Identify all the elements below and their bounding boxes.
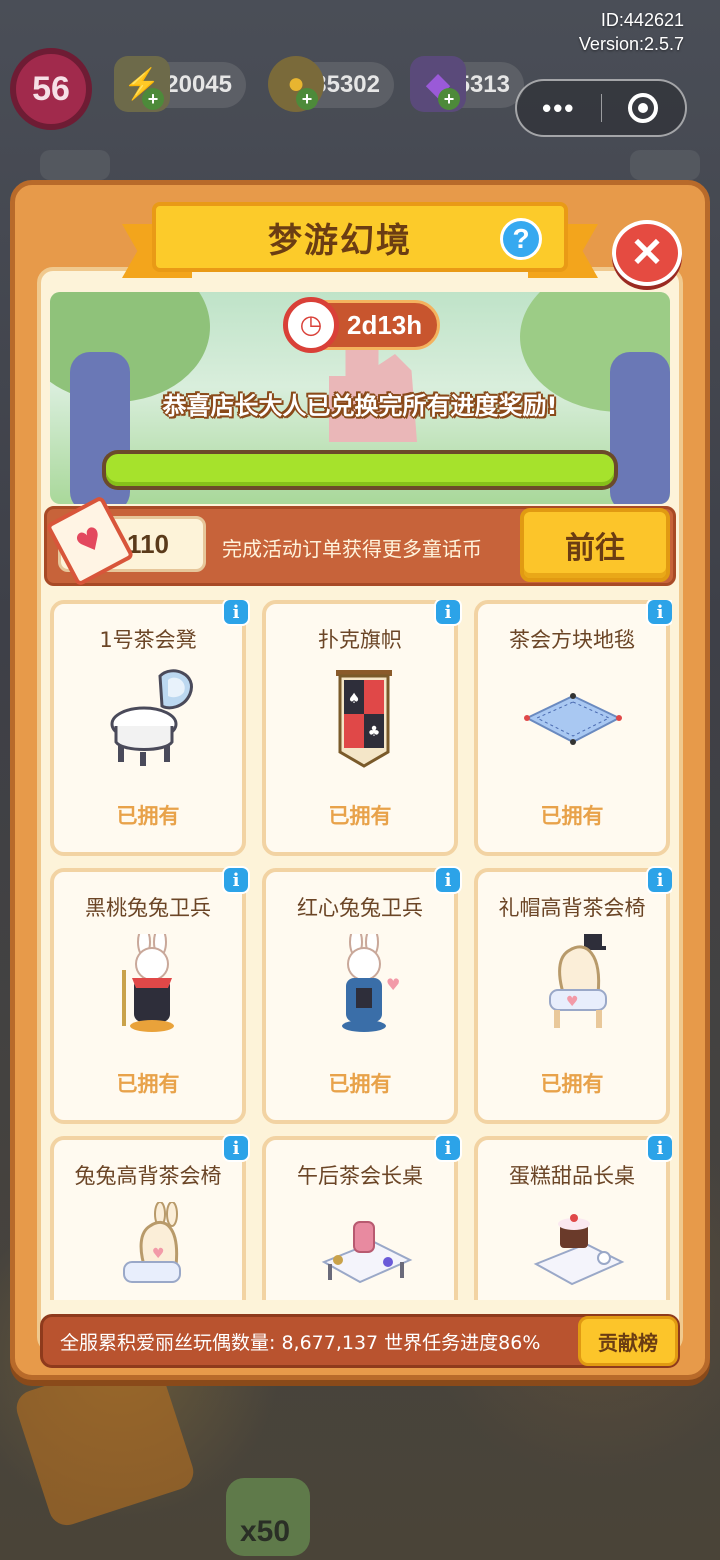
add-gem-icon[interactable]: + xyxy=(438,88,460,110)
item-name: 礼帽高背茶会椅 xyxy=(498,896,646,920)
gem-counter[interactable]: ◆ + 5313 xyxy=(410,56,524,112)
info-icon[interactable]: i xyxy=(434,600,462,626)
energy-value: 20045 xyxy=(165,71,232,98)
help-icon[interactable]: ? xyxy=(500,218,542,260)
item-card[interactable]: 黑桃兔兔卫兵 已拥有 i xyxy=(50,866,250,1124)
reward-progress-bar xyxy=(102,450,618,490)
coin-counter[interactable]: ● + 35302 xyxy=(268,56,394,112)
add-energy-icon[interactable]: + xyxy=(142,88,164,110)
item-name: 黑桃兔兔卫兵 xyxy=(85,896,211,920)
fairy-coin-value: 110 xyxy=(127,528,169,559)
item-name: 扑克旗帜 xyxy=(318,628,402,652)
item-card[interactable]: 蛋糕甜品长桌 i xyxy=(474,1134,672,1300)
svg-text:♥: ♥ xyxy=(566,994,579,1010)
item-card[interactable]: 茶会方块地毯 已拥有 i xyxy=(474,600,672,856)
tea-table-icon xyxy=(321,1221,413,1284)
background-tile xyxy=(630,150,700,180)
item-name: 蛋糕甜品长桌 xyxy=(509,1164,635,1188)
svg-text:♠: ♠ xyxy=(348,691,361,707)
owned-status: 已拥有 xyxy=(328,804,392,828)
info-icon[interactable]: i xyxy=(434,1134,462,1162)
banner-message: 恭喜店长大人已兑换完所有进度奖励! xyxy=(162,392,558,420)
cake-table-icon xyxy=(533,1214,625,1286)
item-name: 兔兔高背茶会椅 xyxy=(74,1164,222,1188)
owned-status: 已拥有 xyxy=(116,1072,180,1096)
item-name: 红心兔兔卫兵 xyxy=(297,896,423,920)
build-info: ID:442621 Version:2.5.7 xyxy=(579,8,684,56)
add-coin-icon[interactable]: + xyxy=(296,88,318,110)
item-card[interactable]: 扑克旗帜 ♠ ♣ 已拥有 i xyxy=(262,600,462,856)
info-icon[interactable]: i xyxy=(646,600,672,626)
close-button[interactable]: ✕ xyxy=(612,220,682,286)
world-progress-text: 全服累积爱丽丝玩偶数量: 8,677,137 世界任务进度86% xyxy=(60,1332,541,1354)
svg-text:♥: ♥ xyxy=(152,1246,165,1262)
owned-status: 已拥有 xyxy=(116,804,180,828)
info-icon[interactable]: i xyxy=(222,600,250,626)
exit-target-icon[interactable] xyxy=(601,93,685,123)
info-icon[interactable]: i xyxy=(434,866,462,894)
top-hat-chair-icon: ♥ xyxy=(549,934,607,1028)
banner-trunk-right xyxy=(610,352,670,504)
spade-rabbit-guard-icon xyxy=(122,934,174,1032)
poker-banner-icon: ♠ ♣ xyxy=(336,670,392,768)
info-icon[interactable]: i xyxy=(222,1134,250,1162)
item-card[interactable]: 兔兔高背茶会椅 ♥ i xyxy=(50,1134,250,1300)
item-card[interactable]: 礼帽高背茶会椅 ♥ 已拥有 i xyxy=(474,866,672,1124)
item-name: 午后茶会长桌 xyxy=(297,1164,423,1188)
owned-status: 已拥有 xyxy=(540,804,604,828)
event-timer: ◷ 2d13h xyxy=(283,297,440,353)
clock-icon: ◷ xyxy=(283,297,339,353)
rabbit-chair-icon: ♥ xyxy=(123,1202,181,1283)
item-name: 1号茶会凳 xyxy=(99,628,197,652)
mini-program-capsule: ••• xyxy=(515,79,687,137)
player-id: ID:442621 xyxy=(600,10,684,30)
svg-text:♥: ♥ xyxy=(386,975,400,994)
version-label: Version:2.5.7 xyxy=(578,34,684,54)
progress-fill xyxy=(106,454,614,486)
svg-text:♣: ♣ xyxy=(368,724,381,740)
info-icon[interactable]: i xyxy=(646,1134,672,1162)
go-button[interactable]: 前往 xyxy=(520,508,670,582)
level-badge[interactable]: 56 xyxy=(10,48,92,130)
item-name: 茶会方块地毯 xyxy=(509,628,635,652)
currency-hint: 完成活动订单获得更多童话币 xyxy=(222,537,482,561)
contribution-rank-button[interactable]: 贡献榜 xyxy=(578,1316,678,1366)
owned-status: 已拥有 xyxy=(540,1072,604,1096)
item-card[interactable]: 午后茶会长桌 i xyxy=(262,1134,462,1300)
info-icon[interactable]: i xyxy=(222,866,250,894)
more-menu-icon[interactable]: ••• xyxy=(517,93,601,124)
heart-rabbit-guard-icon: ♥ xyxy=(342,934,400,1032)
timer-value: 2d13h xyxy=(347,309,423,340)
owned-status: 已拥有 xyxy=(328,1072,392,1096)
item-card[interactable]: 1号茶会凳 已拥有 i xyxy=(50,600,250,856)
background-tile xyxy=(40,150,110,180)
reward-item-grid: 1号茶会凳 已拥有 i 扑克旗帜 ♠ ♣ 已拥有 i 茶会方块地毯 已拥有 i … xyxy=(50,600,672,1300)
dialog-title: 梦游幻境 xyxy=(268,220,412,261)
info-icon[interactable]: i xyxy=(646,866,672,894)
tea-stool-icon xyxy=(110,669,193,766)
clover-count: x50 xyxy=(240,1515,291,1548)
item-card[interactable]: 红心兔兔卫兵 ♥ 已拥有 i xyxy=(262,866,462,1124)
tea-rug-icon xyxy=(524,693,622,745)
energy-counter[interactable]: ⚡ + 20045 xyxy=(114,56,246,112)
